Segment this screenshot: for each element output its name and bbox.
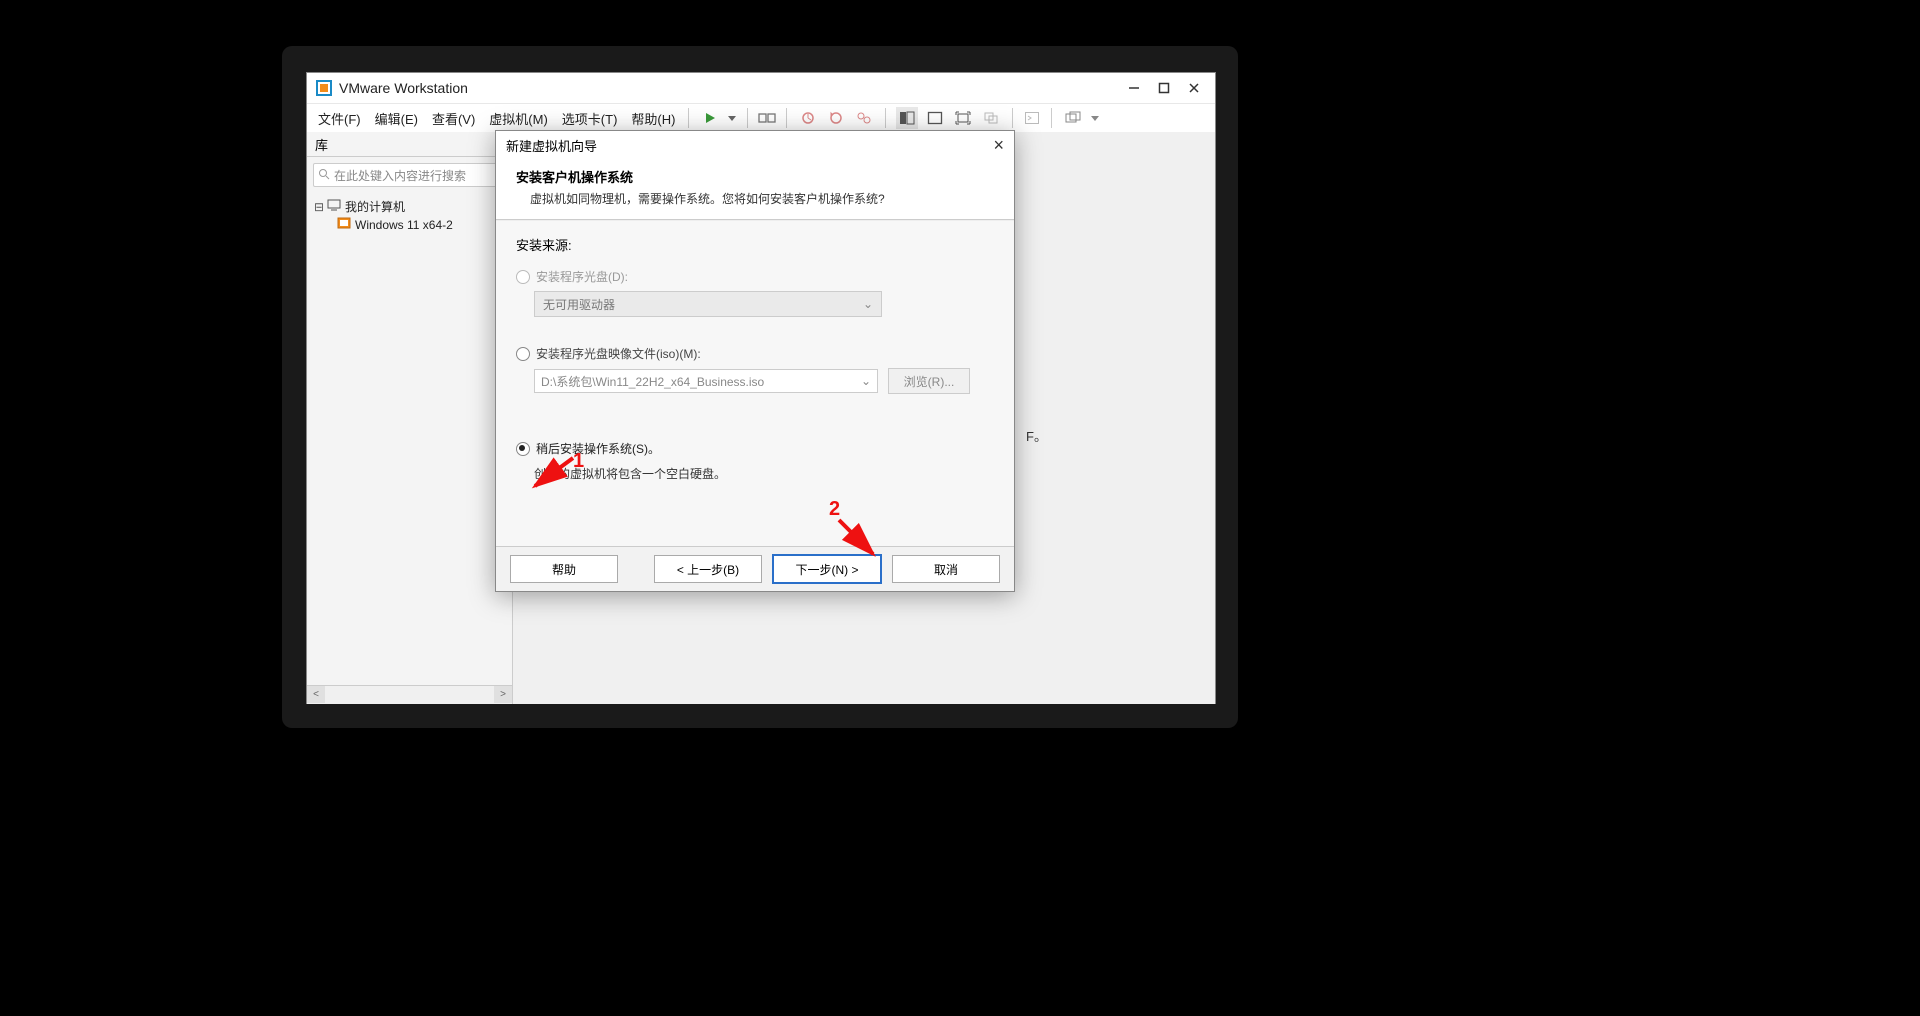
titlebar[interactable]: VMware Workstation bbox=[307, 73, 1215, 103]
menu-file[interactable]: 文件(F) bbox=[311, 109, 368, 128]
stretch-icon[interactable] bbox=[1062, 107, 1084, 129]
radio-icon-selected[interactable] bbox=[516, 442, 530, 456]
radio-icon bbox=[516, 270, 530, 284]
separator bbox=[885, 108, 886, 128]
wizard-close-icon[interactable]: × bbox=[993, 135, 1004, 156]
disc-none-label: 无可用驱动器 bbox=[543, 296, 615, 313]
vm-icon bbox=[337, 217, 351, 232]
main-pane: F。 新建虚拟机向导 × 安装客户机操作系统 虚拟机如同物理机，需要操作系统。您… bbox=[513, 132, 1215, 704]
next-button[interactable]: 下一步(N) > bbox=[772, 554, 882, 584]
window-controls bbox=[1125, 79, 1209, 97]
chevron-down-icon: ⌄ bbox=[861, 374, 871, 388]
scroll-left-icon[interactable]: < bbox=[307, 686, 325, 703]
vmware-icon bbox=[315, 79, 333, 97]
separator bbox=[1012, 108, 1013, 128]
radio-install-later[interactable]: 稍后安装操作系统(S)。 bbox=[516, 440, 994, 457]
search-icon bbox=[318, 168, 330, 183]
sidebar-title: 库 bbox=[315, 135, 328, 154]
radio-iso-label: 安装程序光盘映像文件(iso)(M): bbox=[536, 345, 701, 362]
radio-later-label: 稍后安装操作系统(S)。 bbox=[536, 440, 660, 457]
radio-installer-iso[interactable]: 安装程序光盘映像文件(iso)(M): bbox=[516, 345, 994, 362]
wizard-header: 安装客户机操作系统 虚拟机如同物理机，需要操作系统。您将如何安装客户机操作系统? bbox=[496, 159, 1014, 220]
sidebar-scrollbar[interactable]: < > bbox=[307, 685, 512, 704]
computer-icon bbox=[327, 199, 341, 214]
menu-view[interactable]: 查看(V) bbox=[425, 109, 482, 128]
search-input[interactable]: 在此处键入内容进行搜索 bbox=[313, 163, 506, 187]
menu-tabs[interactable]: 选项卡(T) bbox=[555, 109, 625, 128]
wizard-subheading: 虚拟机如同物理机，需要操作系统。您将如何安装客户机操作系统? bbox=[516, 190, 994, 207]
snapshot-revert-icon[interactable] bbox=[825, 107, 847, 129]
vm-tree: ⊟ 我的计算机 Windows 11 x64-2 bbox=[307, 193, 512, 685]
radio-disc-label: 安装程序光盘(D): bbox=[536, 268, 628, 285]
close-button[interactable] bbox=[1185, 79, 1203, 97]
vmware-main-window: VMware Workstation 文件(F) 编辑(E) 查看(V) 虚拟机… bbox=[306, 72, 1216, 704]
chevron-down-icon: ⌄ bbox=[863, 297, 873, 311]
back-button[interactable]: < 上一步(B) bbox=[654, 555, 762, 583]
app-title: VMware Workstation bbox=[339, 80, 1125, 96]
view-single-icon[interactable] bbox=[924, 107, 946, 129]
radio-icon[interactable] bbox=[516, 347, 530, 361]
install-later-description: 创建的虚拟机将包含一个空白硬盘。 bbox=[534, 465, 994, 482]
scroll-right-icon[interactable]: > bbox=[494, 686, 512, 703]
console-icon[interactable] bbox=[1021, 107, 1043, 129]
tree-collapse-icon[interactable]: ⊟ bbox=[313, 200, 325, 214]
cancel-button[interactable]: 取消 bbox=[892, 555, 1000, 583]
tree-vm-windows11[interactable]: Windows 11 x64-2 bbox=[307, 216, 512, 233]
view-console-icon[interactable] bbox=[896, 107, 918, 129]
iso-path-value: D:\系统包\Win11_22H2_x64_Business.iso bbox=[541, 373, 764, 390]
wizard-heading: 安装客户机操作系统 bbox=[516, 167, 994, 186]
maximize-button[interactable] bbox=[1155, 79, 1173, 97]
install-source-label: 安装来源: bbox=[516, 235, 994, 254]
usb-icon[interactable] bbox=[756, 107, 778, 129]
iso-path-input[interactable]: D:\系统包\Win11_22H2_x64_Business.iso ⌄ bbox=[534, 369, 878, 393]
radio-installer-disc: 安装程序光盘(D): bbox=[516, 268, 994, 285]
tree-root-my-computer[interactable]: ⊟ 我的计算机 bbox=[307, 197, 512, 216]
new-vm-wizard-dialog: 新建虚拟机向导 × 安装客户机操作系统 虚拟机如同物理机，需要操作系统。您将如何… bbox=[495, 130, 1015, 592]
unity-icon[interactable] bbox=[980, 107, 1002, 129]
help-button[interactable]: 帮助 bbox=[510, 555, 618, 583]
tree-vm-label: Windows 11 x64-2 bbox=[355, 218, 453, 232]
search-placeholder: 在此处键入内容进行搜索 bbox=[334, 167, 466, 184]
dropdown-icon[interactable] bbox=[727, 107, 737, 129]
separator bbox=[688, 108, 689, 128]
menubar: 文件(F) 编辑(E) 查看(V) 虚拟机(M) 选项卡(T) 帮助(H) bbox=[307, 103, 1215, 132]
tree-root-label: 我的计算机 bbox=[345, 198, 405, 215]
library-sidebar: 库 × 在此处键入内容进行搜索 ⊟ 我的计算机 Windows 11 x64-2 bbox=[307, 132, 513, 704]
separator bbox=[786, 108, 787, 128]
menu-edit[interactable]: 编辑(E) bbox=[368, 109, 425, 128]
separator bbox=[747, 108, 748, 128]
snapshot-manager-icon[interactable] bbox=[853, 107, 875, 129]
play-icon[interactable] bbox=[699, 107, 721, 129]
background-text-fragment: F。 bbox=[1026, 426, 1047, 445]
fullscreen-icon[interactable] bbox=[952, 107, 974, 129]
snapshot-take-icon[interactable] bbox=[797, 107, 819, 129]
menu-help[interactable]: 帮助(H) bbox=[624, 109, 682, 128]
separator bbox=[1051, 108, 1052, 128]
browse-button: 浏览(R)... bbox=[888, 368, 970, 394]
menu-vm[interactable]: 虚拟机(M) bbox=[482, 109, 555, 128]
wizard-body: 安装来源: 安装程序光盘(D): 无可用驱动器 ⌄ 安装程序光盘映像文件(iso… bbox=[496, 220, 1014, 546]
sidebar-header: 库 × bbox=[307, 132, 512, 157]
dropdown-icon[interactable] bbox=[1090, 107, 1100, 129]
wizard-title: 新建虚拟机向导 bbox=[506, 136, 597, 155]
wizard-titlebar[interactable]: 新建虚拟机向导 × bbox=[496, 131, 1014, 159]
wizard-footer: 帮助 < 上一步(B) 下一步(N) > 取消 bbox=[496, 546, 1014, 591]
content-area: 库 × 在此处键入内容进行搜索 ⊟ 我的计算机 Windows 11 x64-2 bbox=[307, 132, 1215, 704]
disc-drive-dropdown: 无可用驱动器 ⌄ bbox=[534, 291, 882, 317]
minimize-button[interactable] bbox=[1125, 79, 1143, 97]
